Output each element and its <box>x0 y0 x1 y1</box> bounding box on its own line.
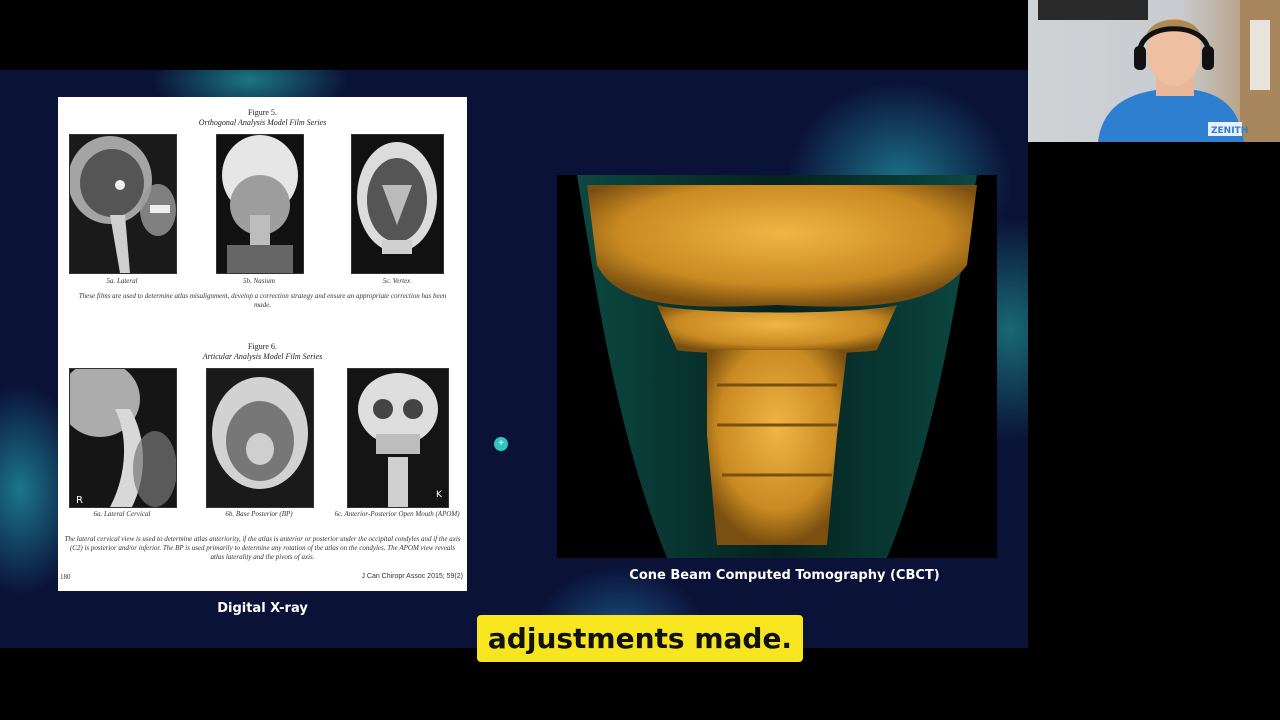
subtitle-caption: adjustments made. <box>477 615 803 662</box>
xray-5b-nasium <box>216 134 304 274</box>
laser-pointer-icon: + <box>494 437 508 451</box>
caption-6a: 6a. Lateral Cervical <box>93 510 151 518</box>
xray-5c-vertex <box>351 134 444 274</box>
caption-5a: 5a. Lateral <box>106 277 138 285</box>
journal-page: Figure 5. Orthogonal Analysis Model Film… <box>58 97 467 591</box>
xray-6b-base-posterior <box>206 368 314 508</box>
figure5-description: These films are used to determine atlas … <box>78 292 447 309</box>
figure5-heading: Figure 5. Orthogonal Analysis Model Film… <box>198 108 327 127</box>
cbct-3d-render <box>557 175 997 558</box>
xray-6c-apom: K <box>347 368 449 508</box>
xray-6a-lateral-cervical: R <box>69 368 177 508</box>
webcam-feed: ZENITH <box>1028 0 1280 142</box>
journal-citation: J Can Chiropr Assoc 2015; 59(2) <box>361 573 463 580</box>
shirt-logo: ZENITH <box>1211 126 1248 136</box>
caption-6c: 6c. Anterior-Posterior Open Mouth (APOM) <box>334 510 460 518</box>
xray-5a-lateral <box>69 134 177 274</box>
page-number: 180 <box>60 573 71 581</box>
label-cbct: Cone Beam Computed Tomography (CBCT) <box>629 568 940 583</box>
presentation-slide: Figure 5. Orthogonal Analysis Model Film… <box>0 70 1028 648</box>
figure6-heading: Figure 6. Articular Analysis Model Film … <box>202 342 323 361</box>
caption-5c: 5c. Vertex <box>382 277 411 285</box>
svg-text:R: R <box>76 495 83 506</box>
caption-5b: 5b. Nasium <box>243 277 275 285</box>
caption-6b: 6b. Base Posterior (BP) <box>225 510 293 518</box>
figure6-description: The lateral cervical view is used to det… <box>64 535 461 561</box>
label-digital-xray: Digital X-ray <box>217 601 308 616</box>
